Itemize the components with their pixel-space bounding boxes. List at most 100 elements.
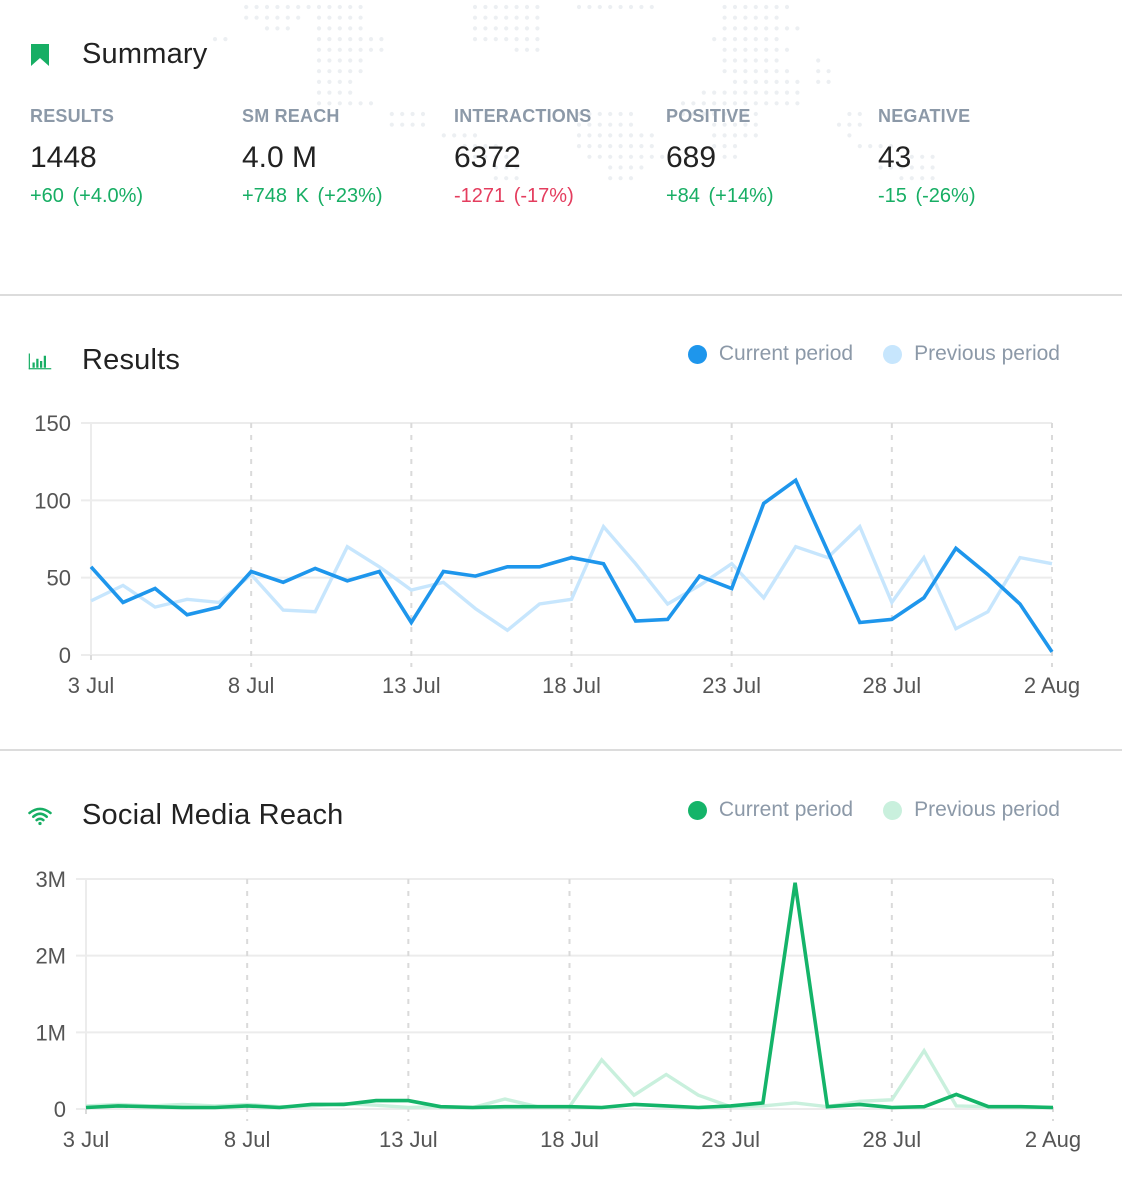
current-data-point[interactable] (435, 1101, 447, 1113)
current-data-point[interactable] (499, 1101, 511, 1113)
previous-data-point[interactable] (566, 593, 578, 605)
current-data-point[interactable] (437, 565, 449, 577)
current-data-point[interactable] (725, 1100, 737, 1112)
current-data-point[interactable] (181, 609, 193, 621)
current-data-point[interactable] (758, 497, 770, 509)
current-data-point[interactable] (596, 1101, 608, 1113)
current-data-point[interactable] (277, 576, 289, 588)
current-data-point[interactable] (564, 1101, 576, 1113)
current-data-point[interactable] (241, 1100, 253, 1112)
current-data-point[interactable] (918, 1101, 930, 1113)
current-data-point[interactable] (822, 545, 834, 557)
current-data-point[interactable] (662, 613, 674, 625)
previous-data-point[interactable] (726, 558, 738, 570)
current-data-point[interactable] (533, 561, 545, 573)
current-data-point[interactable] (694, 570, 706, 582)
previous-data-point[interactable] (405, 584, 417, 596)
current-data-point[interactable] (306, 1098, 318, 1110)
current-data-point[interactable] (245, 565, 257, 577)
current-data-point[interactable] (1046, 646, 1058, 658)
current-data-point[interactable] (918, 592, 930, 604)
current-data-point[interactable] (85, 561, 97, 573)
previous-data-point[interactable] (982, 606, 994, 618)
stat-positive[interactable]: POSITIVE 689 +84 (+14%) (666, 106, 878, 208)
current-data-point[interactable] (309, 562, 321, 574)
previous-data-point[interactable] (469, 603, 481, 615)
current-data-point[interactable] (341, 575, 353, 587)
current-data-point[interactable] (821, 1101, 833, 1113)
previous-data-point[interactable] (789, 1097, 801, 1109)
previous-data-point[interactable] (533, 598, 545, 610)
map-dot (524, 15, 530, 20)
current-data-point[interactable] (628, 1098, 640, 1110)
previous-data-point[interactable] (1046, 558, 1058, 570)
previous-data-point[interactable] (598, 521, 610, 533)
current-data-point[interactable] (209, 1101, 221, 1113)
stat-negative[interactable]: NEGATIVE 43 -15 (-26%) (878, 106, 1090, 208)
stat-results[interactable]: RESULTS 1448 +60 (+4.0%) (30, 106, 242, 208)
current-data-point[interactable] (726, 582, 738, 594)
previous-data-point[interactable] (630, 558, 642, 570)
current-data-point[interactable] (112, 1100, 124, 1112)
previous-data-point[interactable] (758, 592, 770, 604)
previous-data-point[interactable] (309, 606, 321, 618)
previous-data-point[interactable] (117, 579, 129, 591)
current-data-point[interactable] (886, 613, 898, 625)
current-data-point[interactable] (144, 1101, 156, 1113)
previous-data-point[interactable] (950, 623, 962, 635)
current-data-point[interactable] (501, 561, 513, 573)
current-data-point[interactable] (467, 1101, 479, 1113)
previous-data-point[interactable] (662, 598, 674, 610)
current-data-point[interactable] (213, 601, 225, 613)
current-data-point[interactable] (950, 542, 962, 554)
current-data-point[interactable] (660, 1100, 672, 1112)
current-data-point[interactable] (370, 1095, 382, 1107)
current-data-point[interactable] (1047, 1101, 1059, 1113)
previous-data-point[interactable] (854, 521, 866, 533)
previous-data-point[interactable] (181, 593, 193, 605)
current-data-point[interactable] (692, 1101, 704, 1113)
current-data-point[interactable] (402, 1095, 414, 1107)
previous-data-point[interactable] (660, 1069, 672, 1081)
previous-data-point[interactable] (1014, 552, 1026, 564)
current-data-point[interactable] (373, 565, 385, 577)
previous-data-point[interactable] (918, 1045, 930, 1057)
current-data-point[interactable] (1014, 598, 1026, 610)
current-data-point[interactable] (983, 1101, 995, 1113)
current-data-point[interactable] (789, 877, 801, 889)
current-data-point[interactable] (854, 1098, 866, 1110)
current-data-point[interactable] (469, 570, 481, 582)
previous-data-point[interactable] (149, 601, 161, 613)
previous-data-point[interactable] (341, 541, 353, 553)
current-data-point[interactable] (598, 558, 610, 570)
current-data-point[interactable] (338, 1098, 350, 1110)
stat-interactions[interactable]: INTERACTIONS 6372 -1271 (-17%) (454, 106, 666, 208)
previous-data-point[interactable] (692, 1089, 704, 1101)
current-data-point[interactable] (273, 1101, 285, 1113)
current-data-point[interactable] (790, 474, 802, 486)
previous-data-point[interactable] (85, 595, 97, 607)
current-data-point[interactable] (982, 569, 994, 581)
current-data-point[interactable] (405, 617, 417, 629)
previous-data-point[interactable] (277, 604, 289, 616)
current-data-point[interactable] (757, 1097, 769, 1109)
current-data-point[interactable] (1015, 1101, 1027, 1113)
previous-data-point[interactable] (501, 624, 513, 636)
previous-data-point[interactable] (918, 552, 930, 564)
current-data-point[interactable] (630, 615, 642, 627)
previous-data-point[interactable] (596, 1054, 608, 1066)
current-data-point[interactable] (566, 552, 578, 564)
current-data-point[interactable] (886, 1101, 898, 1113)
current-data-point[interactable] (80, 1101, 92, 1113)
stat-sm-reach[interactable]: SM REACH 4.0 M +748 K (+23%) (242, 106, 454, 208)
current-data-point[interactable] (854, 617, 866, 629)
series-line-current-period[interactable] (89, 477, 1054, 653)
previous-data-point[interactable] (790, 541, 802, 553)
previous-data-point[interactable] (950, 1100, 962, 1112)
current-data-point[interactable] (177, 1101, 189, 1113)
current-data-point[interactable] (531, 1101, 543, 1113)
current-data-point[interactable] (149, 582, 161, 594)
current-data-point[interactable] (950, 1088, 962, 1100)
current-data-point[interactable] (117, 596, 129, 608)
previous-data-point[interactable] (886, 596, 898, 608)
